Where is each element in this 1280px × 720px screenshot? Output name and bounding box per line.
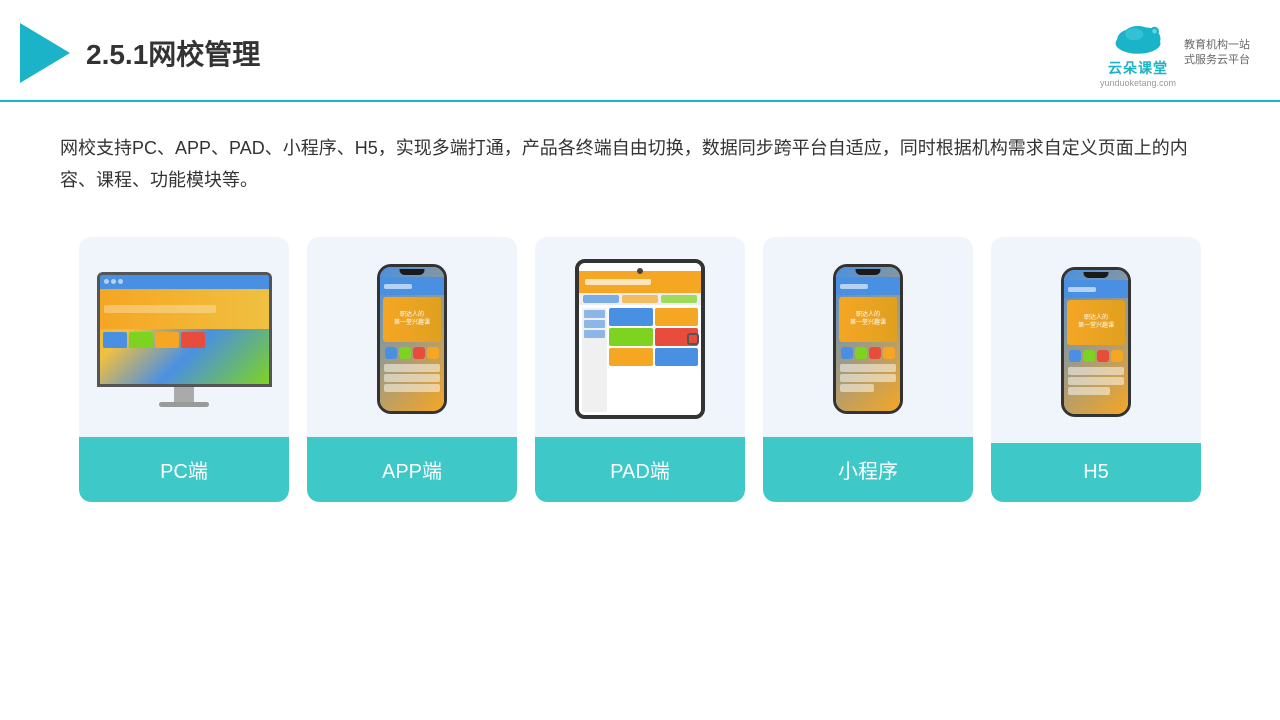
monitor-content bbox=[100, 289, 269, 384]
phone-notch-h5 bbox=[1084, 272, 1109, 278]
header: 2.5.1网校管理 云朵课堂 yunduoketang.com 教育机构一站 式… bbox=[0, 0, 1280, 102]
monitor-screen-inner bbox=[100, 275, 269, 384]
tablet-home-btn bbox=[687, 333, 699, 345]
phone-screen-h5: 职达人的第一堂兴趣课 bbox=[1064, 270, 1128, 414]
card-app: 职达人的第一堂兴趣课 bbox=[307, 237, 517, 502]
tablet-camera bbox=[637, 268, 643, 274]
cloud-logo-icon bbox=[1108, 18, 1168, 58]
logo-tagline: 教育机构一站 式服务云平台 bbox=[1184, 38, 1250, 69]
cards-container: PC端 职达人的第一堂兴趣课 bbox=[0, 227, 1280, 512]
monitor-mockup bbox=[97, 272, 272, 407]
cloud-logo: 云朵课堂 yunduoketang.com bbox=[1100, 18, 1176, 88]
tablet-mockup bbox=[575, 259, 705, 419]
phone-mockup-h5: 职达人的第一堂兴趣课 bbox=[1061, 267, 1131, 417]
card-pad: PAD端 bbox=[535, 237, 745, 502]
phone-body-h5: 职达人的第一堂兴趣课 bbox=[1061, 267, 1131, 417]
phone-header-mini bbox=[836, 277, 900, 295]
triangle-logo-icon bbox=[20, 23, 70, 83]
phone-icons-mini bbox=[836, 344, 900, 362]
phone-notch-app bbox=[400, 269, 425, 275]
page-title: 2.5.1网校管理 bbox=[86, 33, 260, 73]
logo-tagline-line1: 教育机构一站 bbox=[1184, 38, 1250, 53]
card-miniprogram: 职达人的第一堂兴趣课 bbox=[763, 237, 973, 502]
phone-icons-app bbox=[380, 344, 444, 362]
card-h5-image-area: 职达人的第一堂兴趣课 bbox=[991, 237, 1201, 443]
phone-body-app: 职达人的第一堂兴趣课 bbox=[377, 264, 447, 414]
description-paragraph: 网校支持PC、APP、PAD、小程序、H5，实现多端打通，产品各终端自由切换，数… bbox=[60, 132, 1220, 197]
phone-banner-app: 职达人的第一堂兴趣课 bbox=[383, 297, 441, 342]
logo-url: yunduoketang.com bbox=[1100, 78, 1176, 88]
phone-screen-mini: 职达人的第一堂兴趣课 bbox=[836, 267, 900, 411]
tablet-nav bbox=[579, 293, 701, 305]
phone-body-mini: 职达人的第一堂兴趣课 bbox=[833, 264, 903, 414]
card-pc-label: PC端 bbox=[79, 437, 289, 502]
phone-banner-text-h5: 职达人的第一堂兴趣课 bbox=[1078, 315, 1114, 331]
tablet-header bbox=[579, 271, 701, 293]
card-h5-label: H5 bbox=[991, 443, 1201, 502]
header-left: 2.5.1网校管理 bbox=[20, 23, 260, 83]
phone-list-mini bbox=[836, 362, 900, 394]
monitor-stand bbox=[174, 387, 194, 402]
phone-header-app bbox=[380, 277, 444, 295]
logo-name: 云朵课堂 bbox=[1108, 58, 1168, 78]
tablet-screen bbox=[579, 263, 701, 415]
monitor-banner bbox=[100, 289, 269, 329]
phone-banner-h5: 职达人的第一堂兴趣课 bbox=[1067, 300, 1125, 345]
phone-banner-mini: 职达人的第一堂兴趣课 bbox=[839, 297, 897, 342]
card-h5: 职达人的第一堂兴趣课 bbox=[991, 237, 1201, 502]
phone-notch-mini bbox=[856, 269, 881, 275]
phone-icons-h5 bbox=[1064, 347, 1128, 365]
phone-header-h5 bbox=[1064, 280, 1128, 298]
monitor-grid bbox=[100, 329, 269, 351]
brand-logo: 云朵课堂 yunduoketang.com 教育机构一站 式服务云平台 bbox=[1100, 18, 1250, 88]
card-miniprogram-image-area: 职达人的第一堂兴趣课 bbox=[763, 237, 973, 437]
phone-mockup-mini: 职达人的第一堂兴趣课 bbox=[833, 264, 903, 414]
card-pad-image-area bbox=[535, 237, 745, 437]
monitor-topbar bbox=[100, 275, 269, 289]
phone-screen-app: 职达人的第一堂兴趣课 bbox=[380, 267, 444, 411]
phone-list-h5 bbox=[1064, 365, 1128, 397]
card-pad-label: PAD端 bbox=[535, 437, 745, 502]
tablet-body bbox=[575, 259, 705, 419]
card-pc: PC端 bbox=[79, 237, 289, 502]
description-text: 网校支持PC、APP、PAD、小程序、H5，实现多端打通，产品各终端自由切换，数… bbox=[0, 102, 1280, 217]
card-app-image-area: 职达人的第一堂兴趣课 bbox=[307, 237, 517, 437]
tablet-sidebar bbox=[582, 308, 607, 412]
card-miniprogram-label: 小程序 bbox=[763, 437, 973, 502]
phone-banner-text-app: 职达人的第一堂兴趣课 bbox=[394, 312, 430, 328]
card-app-label: APP端 bbox=[307, 437, 517, 502]
monitor-base bbox=[159, 402, 209, 407]
phone-banner-text-mini: 职达人的第一堂兴趣课 bbox=[850, 312, 886, 328]
tablet-content bbox=[579, 305, 701, 415]
logo-tagline-line2: 式服务云平台 bbox=[1184, 53, 1250, 68]
monitor-screen bbox=[97, 272, 272, 387]
phone-list-app bbox=[380, 362, 444, 394]
phone-mockup-app: 职达人的第一堂兴趣课 bbox=[377, 264, 447, 414]
tablet-main bbox=[609, 308, 698, 412]
card-pc-image-area bbox=[79, 237, 289, 437]
